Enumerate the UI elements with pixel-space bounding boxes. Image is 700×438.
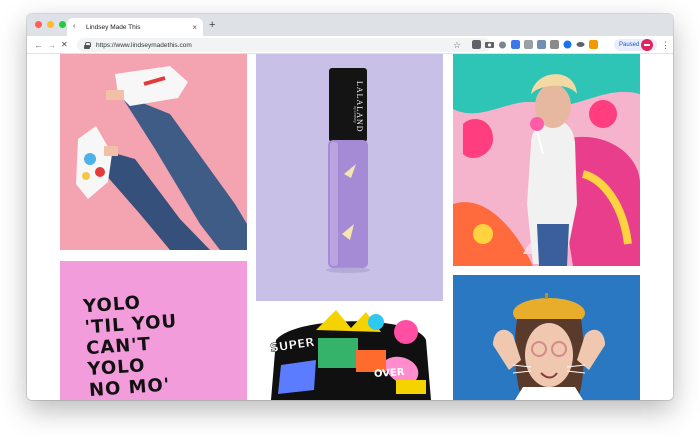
tab-active[interactable]: ‹ Lindsey Made This × <box>67 18 203 36</box>
back-button[interactable]: ← <box>34 39 43 51</box>
cloud-extension-icon[interactable] <box>498 40 507 49</box>
columns-extension-icon[interactable] <box>550 40 559 49</box>
lock-icon[interactable] <box>84 41 91 49</box>
page-content: LALALAND by Lindsey YOLO 'TIL YOU CAN'T … <box>27 54 673 400</box>
gallery-tile-sneakers[interactable] <box>60 54 247 250</box>
tab-strip: ‹ Lindsey Made This × + <box>27 14 673 36</box>
gallery-tile-sticker-collage[interactable]: SUPER OVER <box>256 310 443 400</box>
beret-portrait-image <box>453 275 640 400</box>
gallery-tile-lollipop-illustration[interactable] <box>453 54 640 266</box>
gallery-tile-lettering[interactable]: YOLO 'TIL YOU CAN'T YOLO NO MO' <box>60 261 247 400</box>
gallery-tile-nail-polish[interactable]: LALALAND by Lindsey <box>256 54 443 301</box>
browser-window: ‹ Lindsey Made This × + ← → ✕ https://ww… <box>27 14 673 400</box>
address-bar[interactable]: https://www.lindseymadethis.com <box>77 38 491 52</box>
sneakers-legs-image <box>60 54 247 250</box>
image-extension-icon[interactable] <box>537 40 546 49</box>
new-tab-button[interactable]: + <box>209 19 215 31</box>
lettering-text: YOLO 'TIL YOU CAN'T YOLO NO MO' <box>83 286 240 400</box>
close-window-button[interactable] <box>35 21 42 28</box>
camera-icon[interactable] <box>485 40 494 49</box>
browser-menu-icon[interactable]: ⋮ <box>661 39 670 51</box>
zoom-window-button[interactable] <box>59 21 66 28</box>
favicon-icon: ‹ <box>73 23 76 30</box>
bottle-label: LALALAND <box>355 81 364 133</box>
gallery-tile-beret-portrait[interactable] <box>453 275 640 400</box>
orange-extension-icon[interactable] <box>589 40 598 49</box>
profile-avatar[interactable] <box>641 39 653 51</box>
sticker-collage-image <box>256 310 443 400</box>
eye-extension-icon[interactable] <box>576 40 585 49</box>
tab-title: Lindsey Made This <box>86 23 141 31</box>
grid-extension-icon[interactable] <box>524 40 533 49</box>
compass-extension-icon[interactable] <box>563 40 572 49</box>
tab-close-icon[interactable]: × <box>192 23 197 32</box>
window-controls <box>35 21 66 28</box>
stop-loading-button[interactable]: ✕ <box>61 39 68 51</box>
screenshot-stage: ‹ Lindsey Made This × + ← → ✕ https://ww… <box>0 0 700 438</box>
extension-puzzle-icon[interactable] <box>472 40 481 49</box>
browser-toolbar: ← → ✕ https://www.lindseymadethis.com ☆ … <box>27 36 673 54</box>
blue-extension-icon[interactable] <box>511 40 520 49</box>
bookmark-star-icon[interactable]: ☆ <box>453 39 461 51</box>
sticker-word-over: OVER <box>373 366 405 381</box>
bottle-sublabel: by Lindsey <box>353 106 357 123</box>
url-text: https://www.lindseymadethis.com <box>96 41 192 49</box>
lollipop-illustration-image <box>453 54 640 266</box>
forward-button[interactable]: → <box>47 39 56 51</box>
minimize-window-button[interactable] <box>47 21 54 28</box>
